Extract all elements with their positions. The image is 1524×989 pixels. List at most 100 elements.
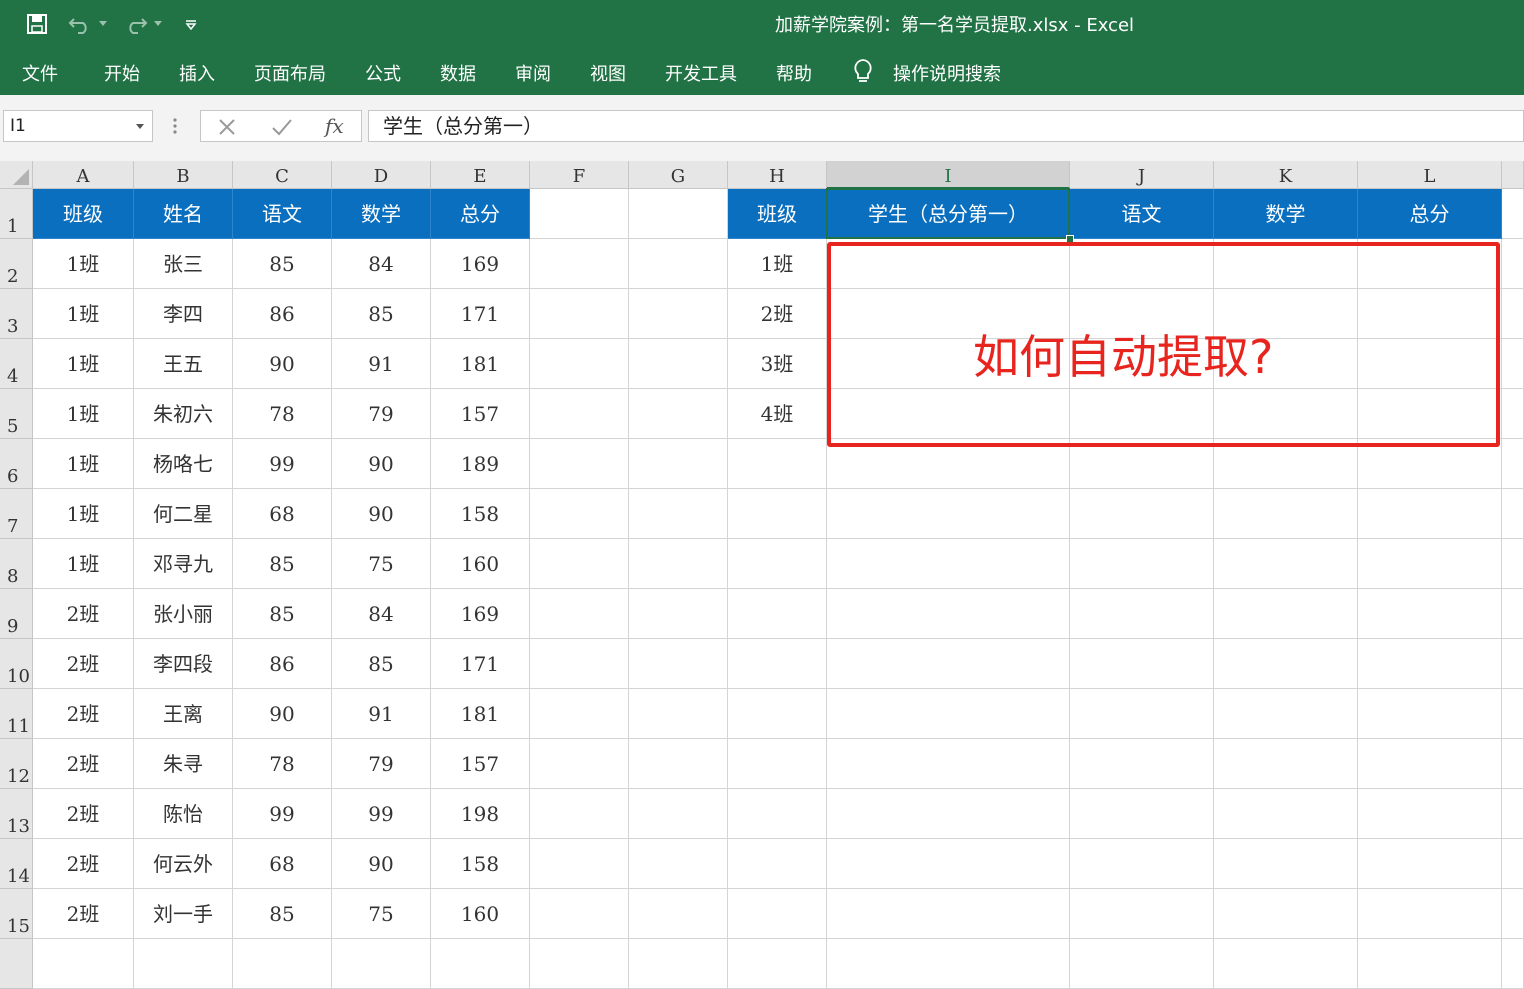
- table-cell[interactable]: [1214, 889, 1358, 939]
- table-cell[interactable]: [530, 839, 629, 889]
- column-header-k[interactable]: K: [1214, 161, 1358, 189]
- table-cell[interactable]: 85: [233, 889, 332, 939]
- table-cell[interactable]: [1358, 939, 1502, 989]
- table-cell[interactable]: 张小丽: [134, 589, 233, 639]
- table1-header-cell[interactable]: 语文: [233, 189, 332, 239]
- column-header-d[interactable]: D: [332, 161, 431, 189]
- select-all-button[interactable]: [0, 161, 33, 189]
- table-cell[interactable]: [1070, 889, 1214, 939]
- tab-help[interactable]: 帮助: [776, 60, 812, 86]
- table-cell[interactable]: 78: [233, 739, 332, 789]
- table-cell[interactable]: [629, 789, 728, 839]
- table1-header-cell[interactable]: 班级: [33, 189, 134, 239]
- class-cell[interactable]: 1班: [728, 239, 827, 289]
- table-cell[interactable]: [728, 489, 827, 539]
- table-cell[interactable]: 刘一手: [134, 889, 233, 939]
- table-cell[interactable]: 1班: [33, 439, 134, 489]
- table-cell[interactable]: [1214, 839, 1358, 889]
- table-cell[interactable]: [827, 639, 1070, 689]
- table-cell[interactable]: 张三: [134, 239, 233, 289]
- table-cell[interactable]: [1070, 589, 1214, 639]
- table-cell[interactable]: [1502, 689, 1524, 739]
- table-cell[interactable]: [530, 439, 629, 489]
- table-cell[interactable]: [431, 939, 530, 989]
- table-cell[interactable]: [1358, 889, 1502, 939]
- table-cell[interactable]: 84: [332, 239, 431, 289]
- table-cell[interactable]: [233, 939, 332, 989]
- table-cell[interactable]: [530, 639, 629, 689]
- table-cell[interactable]: [1070, 539, 1214, 589]
- table-cell[interactable]: [1358, 589, 1502, 639]
- save-icon[interactable]: [24, 10, 50, 38]
- row-header[interactable]: [0, 939, 33, 989]
- table-cell[interactable]: 85: [233, 589, 332, 639]
- table-cell[interactable]: [827, 489, 1070, 539]
- table-cell[interactable]: [1502, 239, 1524, 289]
- table-cell[interactable]: 75: [332, 539, 431, 589]
- column-header-a[interactable]: A: [33, 161, 134, 189]
- table-cell[interactable]: [728, 639, 827, 689]
- table-cell[interactable]: 朱初六: [134, 389, 233, 439]
- table-cell[interactable]: [728, 939, 827, 989]
- table-cell[interactable]: [1502, 189, 1524, 239]
- table-cell[interactable]: 85: [332, 289, 431, 339]
- tell-me-search[interactable]: 操作说明搜索: [893, 60, 1001, 86]
- table-cell[interactable]: 1班: [33, 389, 134, 439]
- table-cell[interactable]: 160: [431, 539, 530, 589]
- tab-home[interactable]: 开始: [104, 60, 140, 86]
- table-cell[interactable]: [629, 489, 728, 539]
- table-cell[interactable]: [530, 889, 629, 939]
- table-cell[interactable]: [530, 339, 629, 389]
- table-cell[interactable]: [530, 589, 629, 639]
- row-header[interactable]: 5: [0, 389, 33, 439]
- table-cell[interactable]: [629, 239, 728, 289]
- table-cell[interactable]: [530, 289, 629, 339]
- table-cell[interactable]: [1214, 789, 1358, 839]
- table-cell[interactable]: [1214, 589, 1358, 639]
- row-header[interactable]: 10: [0, 639, 33, 689]
- drag-handle-icon[interactable]: [172, 115, 178, 141]
- tab-file[interactable]: 文件: [22, 60, 58, 86]
- table-cell[interactable]: [33, 939, 134, 989]
- table-cell[interactable]: [827, 689, 1070, 739]
- table-cell[interactable]: 198: [431, 789, 530, 839]
- table1-header-cell[interactable]: 总分: [431, 189, 530, 239]
- tab-page-layout[interactable]: 页面布局: [254, 60, 326, 86]
- table-cell[interactable]: [530, 789, 629, 839]
- lightbulb-icon[interactable]: [852, 58, 874, 89]
- table-cell[interactable]: [530, 389, 629, 439]
- table2-header-cell[interactable]: 语文: [1070, 189, 1214, 239]
- table-cell[interactable]: 90: [233, 339, 332, 389]
- row-header[interactable]: 13: [0, 789, 33, 839]
- table-cell[interactable]: 1班: [33, 539, 134, 589]
- row-header[interactable]: 7: [0, 489, 33, 539]
- row-header[interactable]: 1: [0, 189, 33, 239]
- table-cell[interactable]: [1358, 489, 1502, 539]
- table-cell[interactable]: [629, 939, 728, 989]
- table-cell[interactable]: [1358, 739, 1502, 789]
- column-header-g[interactable]: G: [629, 161, 728, 189]
- table-cell[interactable]: 王离: [134, 689, 233, 739]
- table-cell[interactable]: 90: [233, 689, 332, 739]
- table-cell[interactable]: [827, 739, 1070, 789]
- table-cell[interactable]: [1070, 839, 1214, 889]
- tab-formulas[interactable]: 公式: [365, 60, 401, 86]
- table-cell[interactable]: 99: [233, 789, 332, 839]
- table-cell[interactable]: 陈怡: [134, 789, 233, 839]
- table-cell[interactable]: 78: [233, 389, 332, 439]
- undo-icon[interactable]: [66, 10, 96, 38]
- undo-dropdown-icon[interactable]: [97, 10, 109, 38]
- table-cell[interactable]: 85: [233, 239, 332, 289]
- column-header-j[interactable]: J: [1070, 161, 1214, 189]
- table-cell[interactable]: [1502, 939, 1524, 989]
- column-header-f[interactable]: F: [530, 161, 629, 189]
- table-cell[interactable]: 2班: [33, 689, 134, 739]
- table-cell[interactable]: 李四段: [134, 639, 233, 689]
- table-cell[interactable]: 何二星: [134, 489, 233, 539]
- table-cell[interactable]: [1214, 739, 1358, 789]
- table-cell[interactable]: 2班: [33, 589, 134, 639]
- table1-header-cell[interactable]: 姓名: [134, 189, 233, 239]
- table-cell[interactable]: [1070, 939, 1214, 989]
- table-cell[interactable]: 2班: [33, 739, 134, 789]
- table-cell[interactable]: [728, 689, 827, 739]
